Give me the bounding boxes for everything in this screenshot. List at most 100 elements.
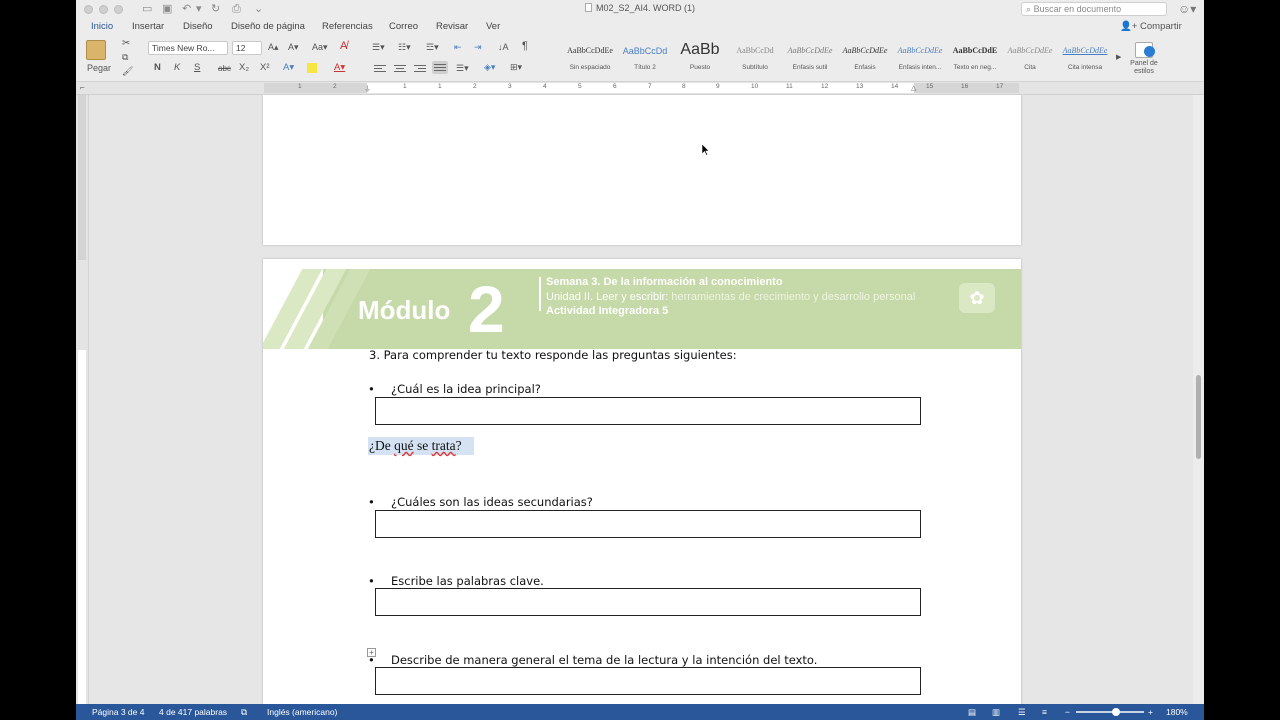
cut-icon[interactable]: ✂ <box>122 38 130 49</box>
print-layout-view-icon[interactable]: ▤ <box>968 704 976 720</box>
font-color-icon[interactable]: A▾ <box>334 62 345 73</box>
paste-icon[interactable] <box>86 40 106 60</box>
justify-icon[interactable] <box>432 61 448 74</box>
answer-box-describe-topic[interactable] <box>375 667 921 695</box>
clear-format-icon[interactable]: A̸ <box>340 41 347 52</box>
style-name: Énfasis inten... <box>898 64 942 71</box>
line-spacing-icon[interactable]: ☰▾ <box>456 63 469 74</box>
answer-input-main-idea[interactable] <box>376 398 920 424</box>
answer-input-secondary-ideas[interactable] <box>376 511 920 537</box>
feedback-smiley-icon[interactable]: ☺▾ <box>1178 2 1196 16</box>
copy-icon[interactable]: ⧉ <box>122 52 128 63</box>
tab-inicio[interactable]: Inicio <box>91 21 113 32</box>
sort-icon[interactable]: ↓A <box>498 42 509 53</box>
web-layout-view-icon[interactable]: ▥ <box>992 704 1000 720</box>
banner-module-number: 2 <box>468 272 505 346</box>
misspelled-word: qué <box>394 438 414 453</box>
tab-insertar[interactable]: Insertar <box>132 21 164 32</box>
page-current[interactable]: Módulo 2 Semana 3. De la información al … <box>263 259 1021 704</box>
outline-view-icon[interactable]: ☰ <box>1018 704 1026 720</box>
style-sample: AaBbCcDd <box>622 46 668 56</box>
underline-button[interactable]: S <box>194 62 200 73</box>
zoom-in-icon[interactable]: + <box>1148 704 1153 720</box>
highlight-icon[interactable] <box>307 63 317 73</box>
answer-input-keywords[interactable] <box>376 589 920 615</box>
borders-icon[interactable]: ⊞▾ <box>510 62 522 73</box>
strikethrough-button[interactable]: abc <box>218 64 231 73</box>
font-name-select[interactable]: Times New Ro... <box>148 41 228 55</box>
answer-box-secondary-ideas[interactable] <box>375 510 921 538</box>
ruler-number: 5 <box>578 83 582 90</box>
answer-input-describe-topic[interactable] <box>376 668 920 694</box>
shrink-font-icon[interactable]: A▾ <box>288 42 299 53</box>
italic-button[interactable]: K <box>174 62 180 73</box>
tab-ver[interactable]: Ver <box>486 21 500 32</box>
word-count[interactable]: 4 de 417 palabras <box>159 704 227 720</box>
bullets-icon[interactable]: ☰▾ <box>372 42 385 53</box>
left-indent-marker-icon[interactable]: ⏚ <box>364 84 371 94</box>
style-sample: AaBbCcDdEe <box>787 46 833 55</box>
multilevel-list-icon[interactable]: ☲▾ <box>426 42 439 53</box>
tab-correo[interactable]: Correo <box>389 21 418 32</box>
zoom-out-icon[interactable]: − <box>1065 704 1070 720</box>
shading-icon[interactable]: ◈▾ <box>484 62 495 73</box>
style-subtitulo[interactable]: AaBbCcDd Subtítulo <box>729 40 781 78</box>
horizontal-ruler[interactable]: ⌐ 1 2 1 1 2 3 4 5 6 7 8 9 10 11 12 13 14… <box>76 82 1204 95</box>
tab-diseno[interactable]: Diseño <box>183 21 213 32</box>
format-painter-icon[interactable]: 🖌 <box>122 66 133 77</box>
style-cita-intensa[interactable]: AaBbCcDdEe Cita intensa <box>1059 40 1111 78</box>
styles-more-icon[interactable]: ▶ <box>1116 52 1121 63</box>
bold-button[interactable]: N <box>154 62 161 73</box>
tab-revisar[interactable]: Revisar <box>436 21 468 32</box>
search-input[interactable] <box>1033 3 1152 15</box>
show-formatting-icon[interactable]: ¶ <box>522 41 528 52</box>
decrease-indent-icon[interactable]: ⇤ <box>454 42 462 53</box>
change-case-icon[interactable]: Aa▾ <box>312 42 328 53</box>
style-enfasis-intenso[interactable]: AaBbCcDdEe Énfasis inten... <box>894 40 946 78</box>
style-puesto[interactable]: AaBb Puesto <box>674 40 726 78</box>
zoom-level[interactable]: 180% <box>1166 704 1188 720</box>
styles-pane-button[interactable]: Panel de estilos <box>1126 42 1162 76</box>
text-effects-icon[interactable]: A▾ <box>283 62 294 73</box>
style-titulo-2[interactable]: AaBbCcDd Título 2 <box>619 40 671 78</box>
banner-activity: Actividad Integradora 5 <box>546 305 669 317</box>
draft-view-icon[interactable]: ≡ <box>1042 704 1047 720</box>
selected-text[interactable]: ¿De qué se trata? <box>368 437 474 455</box>
paste-button[interactable]: Pegar <box>87 63 111 74</box>
zoom-slider[interactable] <box>1076 711 1144 713</box>
numbering-icon[interactable]: ☷▾ <box>398 42 411 53</box>
scrollbar-thumb[interactable] <box>1196 375 1201 459</box>
grow-font-icon[interactable]: A▴ <box>268 42 279 53</box>
share-button[interactable]: 👤+ Compartir <box>1120 21 1182 32</box>
language[interactable]: Inglés (americano) <box>267 704 337 720</box>
right-indent-marker-icon[interactable]: △ <box>911 84 916 92</box>
banner-divider <box>539 277 541 311</box>
superscript-button[interactable]: X² <box>260 62 270 73</box>
align-center-icon[interactable] <box>394 63 406 73</box>
page-previous[interactable] <box>263 95 1021 245</box>
style-enfasis-sutil[interactable]: AaBbCcDdEe Énfasis sutil <box>784 40 836 78</box>
vertical-ruler[interactable] <box>76 95 89 704</box>
vertical-scrollbar[interactable] <box>1193 95 1204 704</box>
search-field[interactable]: ⌕ <box>1021 2 1167 16</box>
document-canvas[interactable]: Módulo 2 Semana 3. De la información al … <box>90 95 1193 704</box>
answer-box-main-idea[interactable] <box>375 397 921 425</box>
increase-indent-icon[interactable]: ⇥ <box>474 42 482 53</box>
selected-text-part: se <box>413 438 432 453</box>
style-sin-espaciado[interactable]: AaBbCcDdEe Sin espaciado <box>564 40 616 78</box>
style-cita[interactable]: AaBbCcDdEe Cita <box>1004 40 1056 78</box>
align-left-icon[interactable] <box>374 63 386 73</box>
subscript-button[interactable]: X₂ <box>239 62 249 73</box>
tab-stop-selector-icon[interactable]: ⌐ <box>80 83 85 92</box>
page-count[interactable]: Página 3 de 4 <box>92 704 144 720</box>
style-enfasis[interactable]: AaBbCcDdEe Énfasis <box>839 40 891 78</box>
ribbon-tabs: Inicio Insertar Diseño Diseño de página … <box>76 19 1204 36</box>
zoom-slider-knob[interactable] <box>1112 708 1120 716</box>
align-right-icon[interactable] <box>414 63 426 73</box>
tab-diseno-pagina[interactable]: Diseño de página <box>231 21 305 32</box>
font-size-select[interactable]: 12 <box>232 41 262 55</box>
proofing-icon[interactable]: ⧉ <box>241 704 247 720</box>
tab-referencias[interactable]: Referencias <box>322 21 373 32</box>
answer-box-keywords[interactable] <box>375 588 921 616</box>
style-texto-negrita[interactable]: AaBbCcDdE Texto en neg... <box>949 40 1001 78</box>
